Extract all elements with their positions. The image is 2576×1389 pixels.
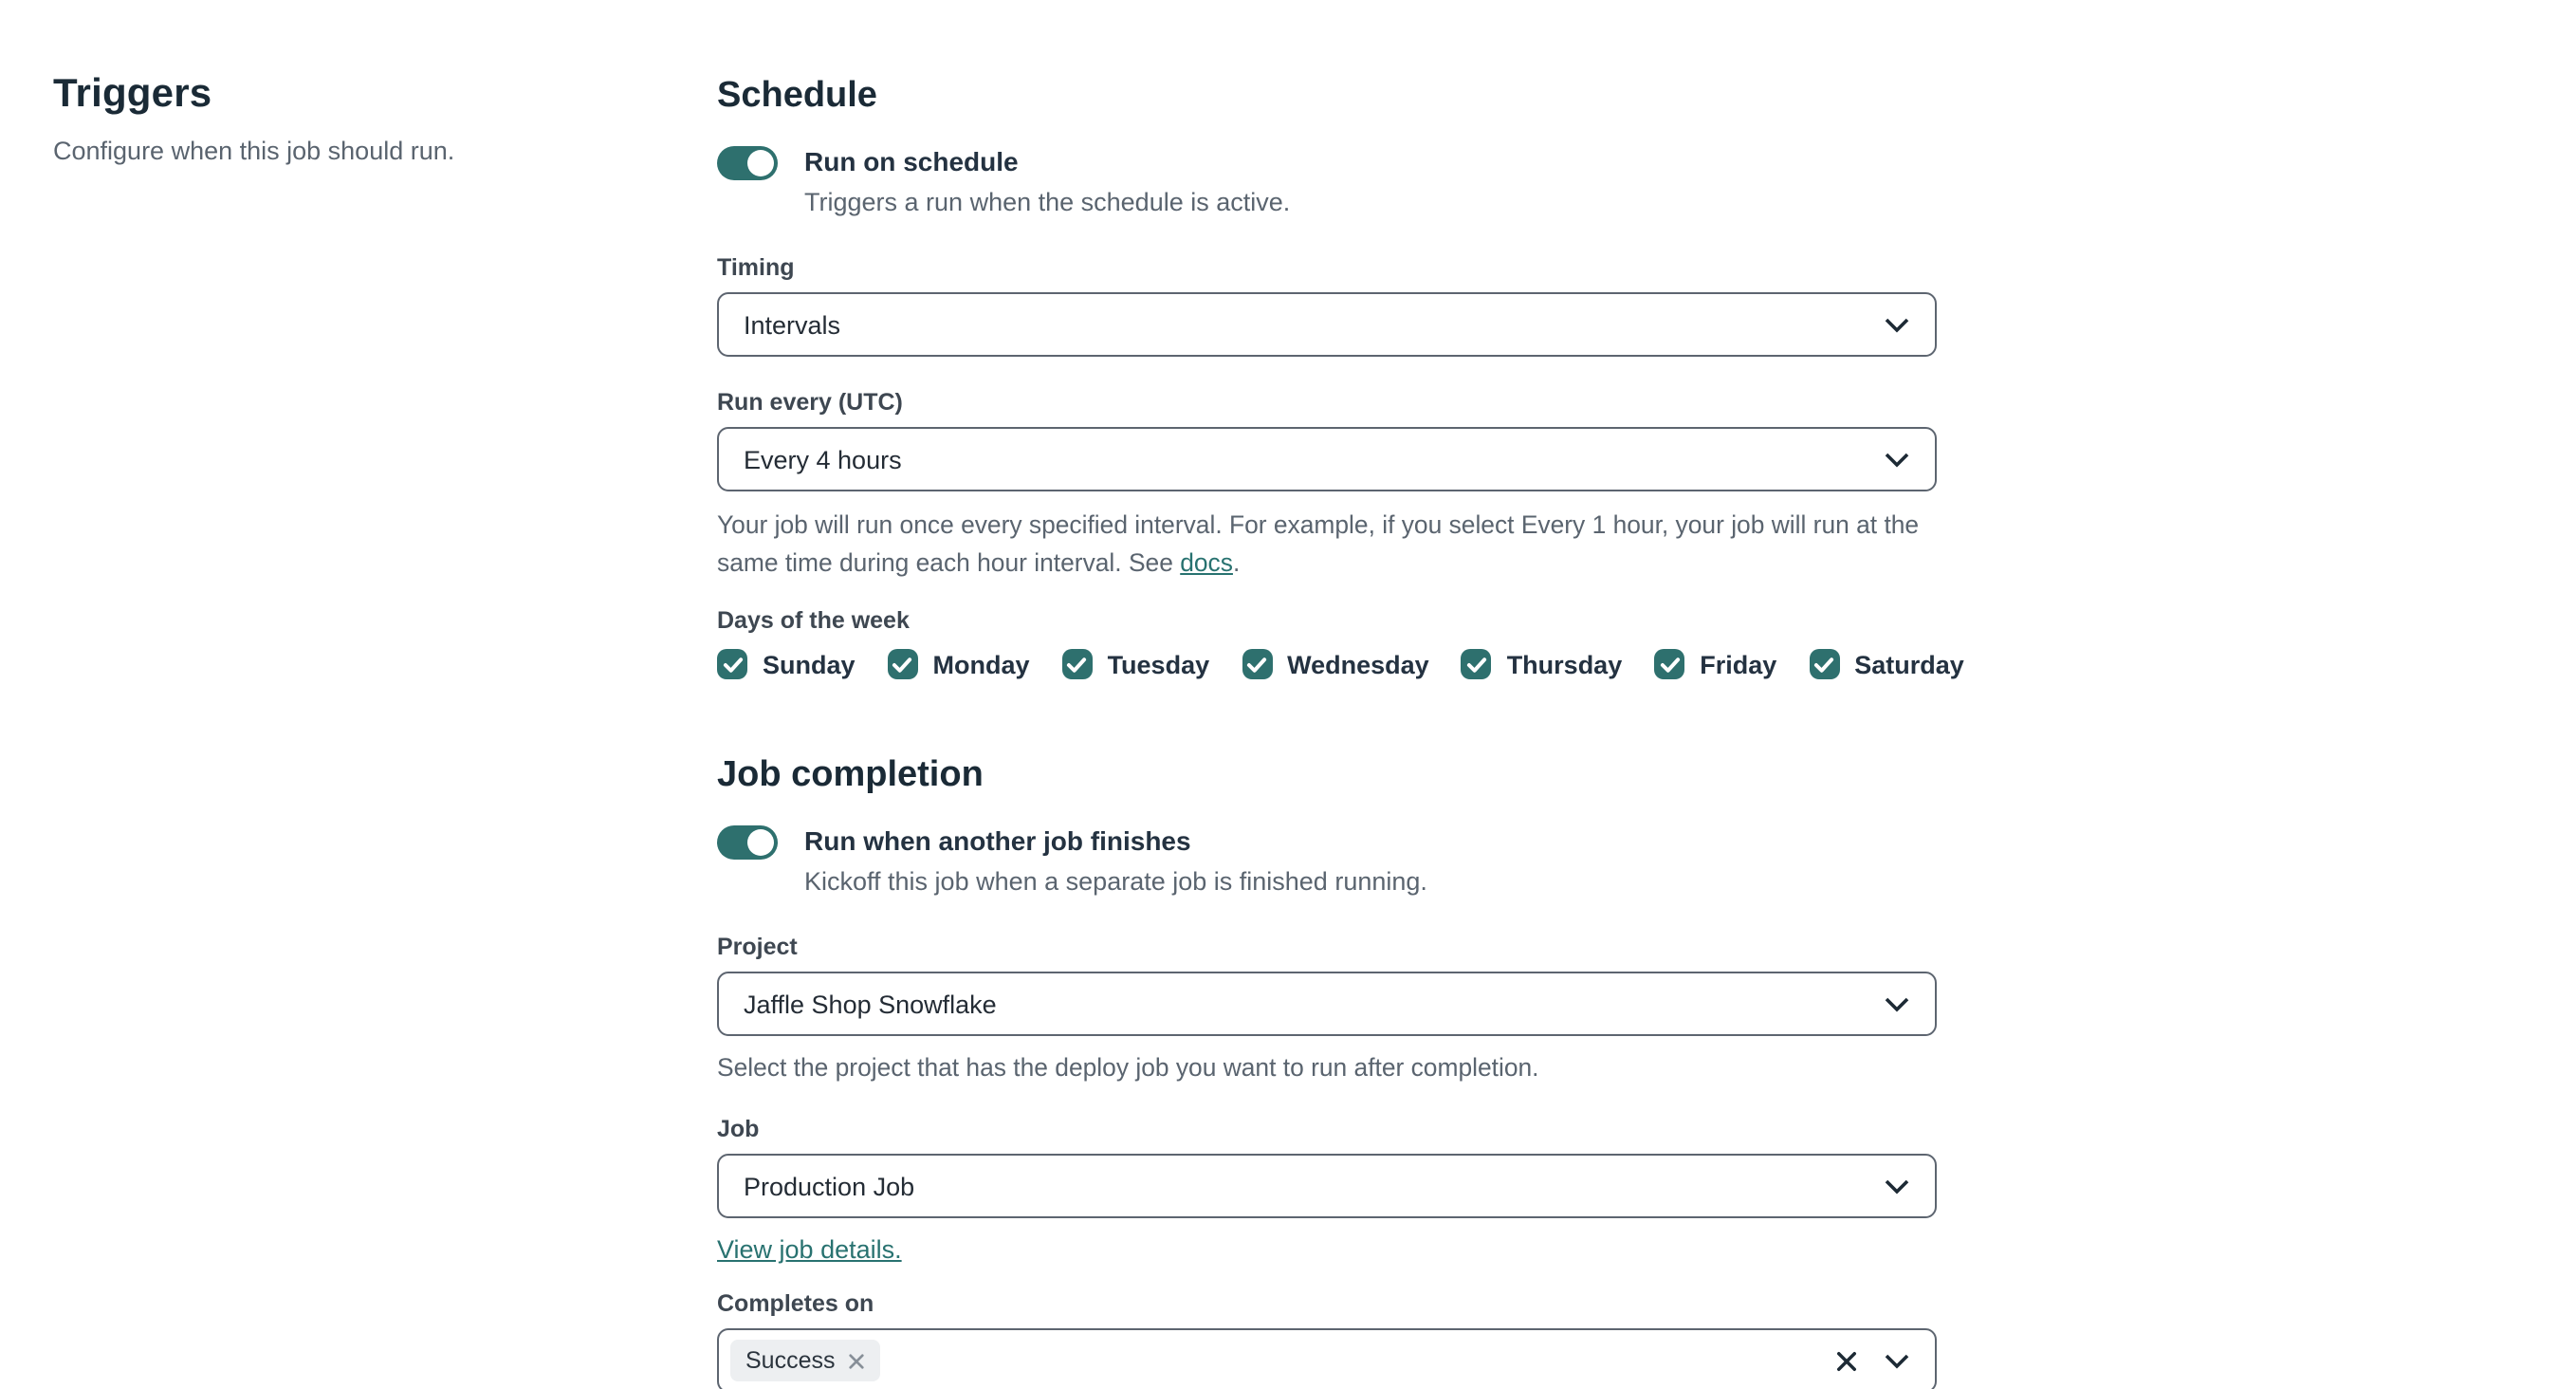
day-checkbox-friday[interactable]: Friday (1654, 649, 1776, 679)
day-checkbox-sunday[interactable]: Sunday (717, 649, 856, 679)
chevron-down-icon (1884, 1177, 1910, 1195)
page-title: Triggers (53, 72, 212, 116)
job-completion-heading: Job completion (717, 755, 984, 795)
chevron-down-icon[interactable] (1884, 1352, 1910, 1369)
day-checkbox-thursday[interactable]: Thursday (1461, 649, 1623, 679)
run-every-value: Every 4 hours (744, 445, 902, 473)
days-of-week-row: Sunday Monday Tuesday Wednesday Thursday… (717, 649, 1964, 679)
tag-success: Success (730, 1340, 881, 1381)
checked-checkbox-icon (1654, 649, 1685, 679)
remove-tag-icon[interactable] (849, 1352, 866, 1369)
checked-checkbox-icon (1242, 649, 1273, 679)
view-job-details-link[interactable]: View job details. (717, 1235, 902, 1264)
day-checkbox-saturday[interactable]: Saturday (1809, 649, 1964, 679)
section-intro: Triggers Configure when this job should … (53, 72, 679, 165)
job-select[interactable]: Production Job (717, 1154, 1937, 1218)
run-when-job-finishes-toggle[interactable] (717, 825, 778, 860)
clear-all-icon[interactable] (1836, 1350, 1857, 1371)
day-label: Tuesday (1107, 650, 1210, 678)
schedule-heading: Schedule (717, 76, 877, 116)
timing-select[interactable]: Intervals (717, 292, 1937, 357)
run-every-help: Your job will run once every specified i… (717, 507, 1937, 583)
docs-link[interactable]: docs (1180, 548, 1233, 577)
completes-on-multiselect[interactable]: Success (717, 1328, 1937, 1389)
project-label: Project (717, 934, 798, 960)
project-help: Select the project that has the deploy j… (717, 1053, 1539, 1082)
checked-checkbox-icon (1809, 649, 1840, 679)
day-checkbox-wednesday[interactable]: Wednesday (1242, 649, 1429, 679)
run-every-select[interactable]: Every 4 hours (717, 427, 1937, 491)
help-text-prefix: Your job will run once every specified i… (717, 510, 1920, 577)
page-subtitle: Configure when this job should run. (53, 137, 455, 165)
tag-label: Success (745, 1347, 836, 1374)
completes-on-label: Completes on (717, 1290, 874, 1317)
run-on-schedule-description: Triggers a run when the schedule is acti… (804, 188, 1291, 216)
toggle-knob (747, 150, 774, 176)
job-value: Production Job (744, 1172, 915, 1200)
multiselect-controls (1836, 1350, 1910, 1371)
day-checkbox-monday[interactable]: Monday (887, 649, 1030, 679)
chevron-down-icon (1884, 316, 1910, 333)
checked-checkbox-icon (887, 649, 918, 679)
timing-label: Timing (717, 254, 795, 281)
run-when-job-finishes-description: Kickoff this job when a separate job is … (804, 867, 1427, 896)
timing-value: Intervals (744, 310, 841, 339)
checked-checkbox-icon (1061, 649, 1093, 679)
project-select[interactable]: Jaffle Shop Snowflake (717, 972, 1937, 1036)
triggers-form: Schedule Run on schedule Triggers a run … (717, 76, 1964, 1389)
day-label: Wednesday (1287, 650, 1429, 678)
day-label: Friday (1700, 650, 1777, 678)
toggle-texts: Run when another job finishes Kickoff th… (804, 824, 1427, 901)
run-when-job-finishes-row: Run when another job finishes Kickoff th… (717, 824, 1937, 901)
checked-checkbox-icon (717, 649, 747, 679)
chevron-down-icon (1884, 995, 1910, 1012)
checked-checkbox-icon (1461, 649, 1492, 679)
days-of-week-label: Days of the week (717, 607, 910, 634)
day-label: Sunday (763, 650, 856, 678)
triggers-settings-page: Triggers Configure when this job should … (0, 0, 2576, 1389)
run-on-schedule-toggle[interactable] (717, 146, 778, 180)
run-on-schedule-row: Run on schedule Triggers a run when the … (717, 144, 1937, 222)
day-label: Monday (932, 650, 1030, 678)
day-label: Saturday (1854, 650, 1964, 678)
toggle-texts: Run on schedule Triggers a run when the … (804, 144, 1290, 222)
selected-tags: Success (730, 1340, 1836, 1381)
toggle-knob (747, 829, 774, 856)
project-value: Jaffle Shop Snowflake (744, 990, 997, 1018)
run-on-schedule-label: Run on schedule (804, 146, 1019, 176)
run-when-job-finishes-label: Run when another job finishes (804, 825, 1191, 856)
day-checkbox-tuesday[interactable]: Tuesday (1061, 649, 1210, 679)
run-every-label: Run every (UTC) (717, 389, 903, 416)
job-label: Job (717, 1116, 760, 1142)
day-label: Thursday (1506, 650, 1623, 678)
chevron-down-icon (1884, 451, 1910, 468)
help-text-end: . (1232, 548, 1241, 577)
